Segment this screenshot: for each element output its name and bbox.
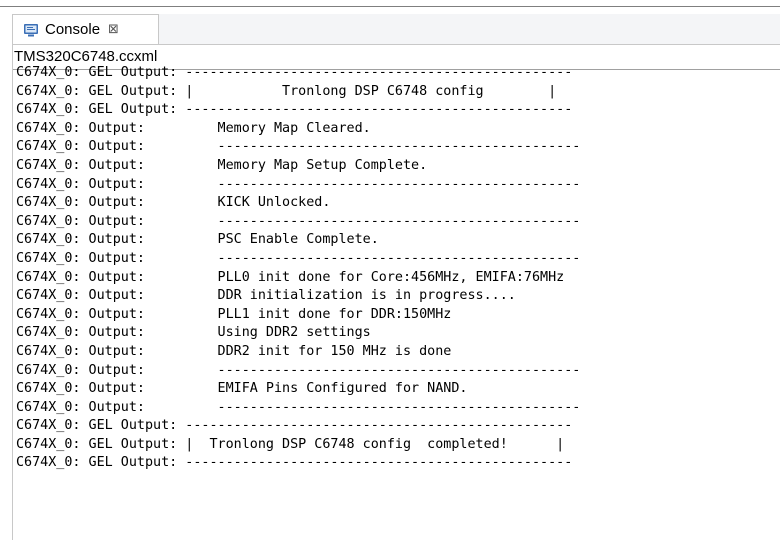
- console-line: C674X_0: Output: -----------------------…: [16, 139, 581, 155]
- console-line: C674X_0: Output: PLL1 init done for DDR:…: [16, 306, 452, 322]
- console-line: C674X_0: Output: EMIFA Pins Configured f…: [16, 381, 468, 397]
- console-line: C674X_0: Output: DDR initialization is i…: [16, 288, 516, 304]
- console-line: C674X_0: Output: Memory Map Setup Comple…: [16, 157, 428, 173]
- console-line: C674X_0: Output: KICK Unlocked.: [16, 195, 331, 211]
- console-line: C674X_0: GEL Output: -------------------…: [16, 102, 573, 118]
- top-divider: [0, 6, 780, 7]
- console-line: C674X_0: GEL Output: | Tronlong DSP C674…: [16, 83, 557, 99]
- console-line: C674X_0: Output: PLL0 init done for Core…: [16, 269, 565, 285]
- console-line: C674X_0: Output: -----------------------…: [16, 176, 581, 192]
- console-line: C674X_0: Output: -----------------------…: [16, 250, 581, 266]
- console-line: C674X_0: GEL Output: -------------------…: [16, 418, 573, 434]
- console-line: C674X_0: Output: -----------------------…: [16, 213, 581, 229]
- console-line: C674X_0: Output: Using DDR2 settings: [16, 325, 371, 341]
- console-line: C674X_0: Output: -----------------------…: [16, 362, 581, 378]
- console-line: C674X_0: Output: DDR2 init for 150 MHz i…: [16, 343, 452, 359]
- console-line: C674X_0: Output: PSC Enable Complete.: [16, 232, 379, 248]
- console-line: C674X_0: Output: Memory Map Cleared.: [16, 120, 371, 136]
- view-tab-bar: Console ⊠: [13, 14, 780, 45]
- console-line: C674X_0: GEL Output: -------------------…: [16, 65, 573, 80]
- tab-console[interactable]: Console ⊠: [13, 14, 159, 44]
- console-line: C674X_0: GEL Output: | Tronlong DSP C674…: [16, 436, 565, 452]
- target-config-path: TMS320C6748.ccxml: [14, 48, 158, 65]
- close-icon[interactable]: ⊠: [108, 22, 119, 37]
- view-left-border: [12, 14, 13, 540]
- tab-console-label: Console: [45, 21, 101, 38]
- console-output[interactable]: C674X_0: GEL Output: -------------------…: [16, 64, 780, 532]
- console-icon: [23, 22, 39, 38]
- console-line: C674X_0: GEL Output: -------------------…: [16, 455, 573, 471]
- console-line: C674X_0: Output: -----------------------…: [16, 399, 581, 415]
